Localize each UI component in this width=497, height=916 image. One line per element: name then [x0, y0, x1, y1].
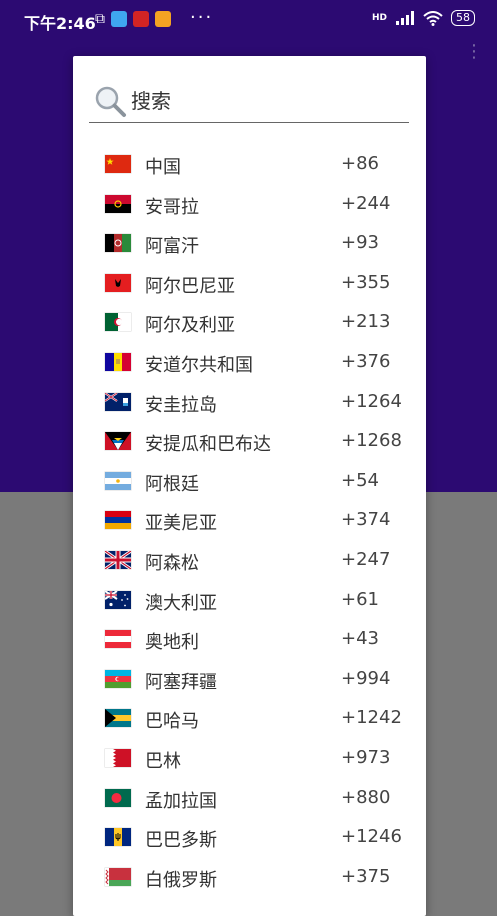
search-bar: [89, 82, 409, 123]
country-row[interactable]: 亚美尼亚 +374: [73, 502, 426, 542]
country-name: 中国: [145, 157, 181, 178]
country-name: 巴林: [145, 750, 181, 772]
country-name: 孟加拉国: [145, 790, 217, 812]
country-row[interactable]: 阿森松 +247: [73, 542, 426, 582]
country-dial-code: +374: [341, 509, 391, 531]
flag-ar-icon: [105, 471, 131, 490]
country-dial-code: +54: [341, 469, 379, 491]
country-dial-code: +880: [341, 786, 391, 808]
flag-bd-icon: [105, 788, 131, 807]
country-row[interactable]: 安道尔共和国 +376: [73, 344, 426, 384]
country-row[interactable]: 安哥拉 +244: [73, 186, 426, 226]
country-name: 白俄罗斯: [145, 869, 217, 891]
flag-ag-icon: [105, 432, 131, 451]
country-row[interactable]: 巴林 +973: [73, 740, 426, 780]
flag-ad-icon: [105, 352, 131, 371]
country-row[interactable]: 安提瓜和巴布达 +1268: [73, 423, 426, 463]
country-dial-code: +1264: [341, 390, 402, 412]
country-row[interactable]: 中国 +86: [73, 146, 426, 186]
nfc-icon: ⧉: [95, 11, 105, 27]
country-name: 阿尔及利亚: [145, 315, 235, 337]
country-row[interactable]: 阿富汗 +93: [73, 225, 426, 265]
country-name: 安道尔共和国: [145, 354, 253, 376]
wifi-icon: [423, 10, 443, 26]
country-dial-code: +1246: [341, 826, 402, 848]
flag-ai-icon: [105, 392, 131, 411]
country-dial-code: +1268: [341, 430, 402, 452]
country-name: 阿根廷: [145, 473, 199, 495]
notification-icons: ⧉: [95, 11, 171, 27]
status-time: 下午2:46: [24, 14, 96, 33]
country-dial-code: +247: [341, 548, 391, 570]
country-dial-code: +376: [341, 350, 391, 372]
country-row[interactable]: 孟加拉国 +880: [73, 780, 426, 820]
country-name: 阿富汗: [145, 236, 199, 258]
app-notification-icon: [155, 11, 171, 27]
country-name: 阿塞拜疆: [145, 671, 217, 693]
flag-au-icon: [105, 590, 131, 609]
country-dial-code: +43: [341, 628, 379, 650]
flag-ao-icon: [105, 194, 131, 213]
app-notification-icon: [133, 11, 149, 27]
flag-az-icon: [105, 669, 131, 688]
flag-at-icon: [105, 630, 131, 649]
flag-am-icon: [105, 511, 131, 530]
country-dial-code: +86: [341, 153, 379, 174]
flag-al-icon: [105, 273, 131, 292]
country-name: 澳大利亚: [145, 592, 217, 614]
country-name: 亚美尼亚: [145, 513, 217, 535]
country-row[interactable]: 巴巴多斯 +1246: [73, 819, 426, 859]
more-notifications-icon: ···: [190, 7, 214, 28]
status-bar: 下午2:46 ⧉ ··· HD 58: [0, 0, 497, 40]
flag-bs-icon: [105, 709, 131, 728]
flag-cn-icon: [105, 155, 131, 173]
country-name: 安提瓜和巴布达: [145, 434, 271, 456]
country-dial-code: +244: [341, 192, 391, 214]
country-dial-code: +355: [341, 271, 391, 293]
flag-bh-icon: [105, 748, 131, 767]
signal-icon: [396, 11, 414, 25]
country-name: 奥地利: [145, 632, 199, 654]
battery-indicator: 58: [451, 10, 475, 26]
country-picker-dialog: 中国 +86 安哥拉 +244 阿富汗 +93 阿尔巴尼亚 +355 阿尔及利亚 +213 安道尔共…: [73, 56, 426, 916]
country-row[interactable]: 巴哈马 +1242: [73, 700, 426, 740]
country-dial-code: +213: [341, 311, 391, 333]
country-dial-code: +994: [341, 667, 391, 689]
country-name: 巴哈马: [145, 711, 199, 733]
country-name: 安哥拉: [145, 196, 199, 218]
country-dial-code: +61: [341, 588, 379, 610]
country-row[interactable]: 阿塞拜疆 +994: [73, 661, 426, 701]
search-input[interactable]: [129, 84, 403, 118]
country-name: 巴巴多斯: [145, 830, 217, 852]
country-dial-code: +93: [341, 232, 379, 254]
country-dial-code: +1242: [341, 707, 402, 729]
country-name: 阿森松: [145, 552, 199, 574]
flag-dz-icon: [105, 313, 131, 332]
country-row[interactable]: 阿根廷 +54: [73, 463, 426, 503]
network-label: HD: [371, 13, 387, 23]
search-icon: [95, 86, 126, 117]
app-notification-icon: [111, 11, 127, 27]
country-row[interactable]: 阿尔及利亚 +213: [73, 304, 426, 344]
country-row[interactable]: 安圭拉岛 +1264: [73, 384, 426, 424]
country-row[interactable]: 澳大利亚 +61: [73, 582, 426, 622]
flag-af-icon: [105, 234, 131, 253]
country-row[interactable]: 奥地利 +43: [73, 621, 426, 661]
flag-by-icon: [105, 867, 131, 886]
flag-ac-icon: [105, 550, 131, 569]
overflow-menu-icon[interactable]: ⋮: [465, 43, 483, 61]
status-right: HD 58: [372, 10, 475, 26]
country-name: 阿尔巴尼亚: [145, 275, 235, 297]
country-list: 中国 +86 安哥拉 +244 阿富汗 +93 阿尔巴尼亚 +355 阿尔及利亚 +213 安道尔共…: [73, 146, 426, 898]
flag-bb-icon: [105, 828, 131, 847]
country-row[interactable]: 白俄罗斯 +375: [73, 859, 426, 899]
country-name: 安圭拉岛: [145, 394, 217, 416]
country-row[interactable]: 阿尔巴尼亚 +355: [73, 265, 426, 305]
country-dial-code: +973: [341, 746, 391, 768]
country-dial-code: +375: [341, 865, 391, 887]
